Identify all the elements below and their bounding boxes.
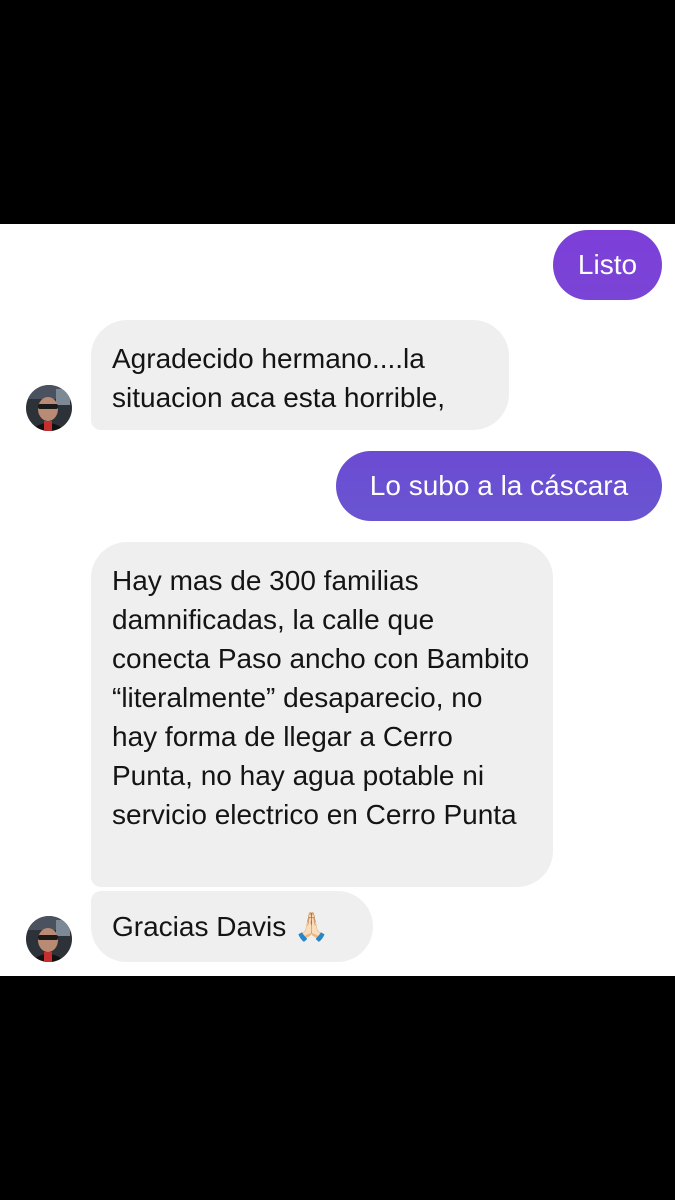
message-bubble-incoming[interactable]: Agradecido hermano....la situacion aca e… — [91, 320, 509, 430]
screenshot: Listo Agradecido hermano....la situacion… — [0, 0, 675, 1200]
chat-thread[interactable]: Listo Agradecido hermano....la situacion… — [0, 224, 675, 976]
letterbox-top — [0, 0, 675, 224]
message-bubble-outgoing[interactable]: Lo subo a la cáscara — [336, 451, 662, 521]
message-bubble-incoming[interactable]: Gracias Davis 🙏🏻 — [91, 891, 373, 962]
letterbox-bottom — [0, 976, 675, 1200]
message-bubble-outgoing[interactable]: Listo — [553, 230, 662, 300]
contact-avatar-photo-icon — [26, 385, 72, 431]
contact-avatar[interactable] — [26, 916, 72, 962]
message-bubble-incoming[interactable]: Hay mas de 300 familias damnificadas, la… — [91, 542, 553, 887]
contact-avatar[interactable] — [26, 385, 72, 431]
contact-avatar-photo-icon — [26, 916, 72, 962]
